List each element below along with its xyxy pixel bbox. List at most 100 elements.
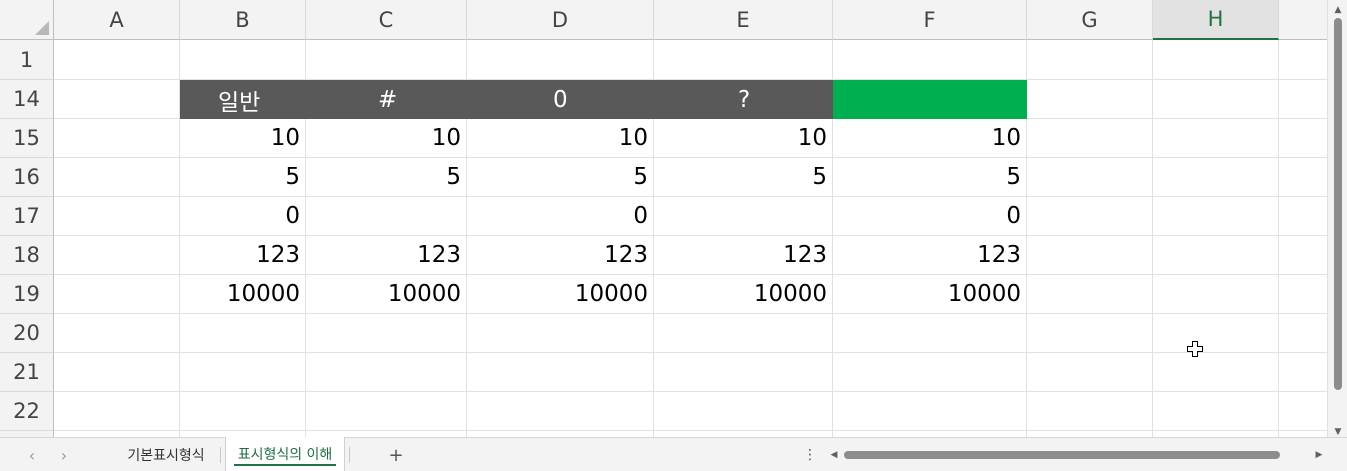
column-header-d[interactable]: D — [467, 0, 654, 40]
vertical-scroll-thumb[interactable] — [1334, 18, 1342, 390]
cell-g1[interactable] — [1027, 40, 1153, 80]
cell-f16[interactable]: 5 — [833, 158, 1027, 197]
cell-c16[interactable]: 5 — [306, 158, 467, 197]
column-header-c[interactable]: C — [306, 0, 467, 40]
cell-h18[interactable] — [1153, 236, 1279, 275]
cell-b20[interactable] — [180, 314, 306, 353]
cell-f18[interactable]: 123 — [833, 236, 1027, 275]
add-sheet-button[interactable]: + — [384, 438, 408, 471]
cell-g21[interactable] — [1027, 353, 1153, 392]
cell-a19[interactable] — [54, 275, 180, 314]
cell-b22[interactable] — [180, 392, 306, 431]
cell-b15[interactable]: 10 — [180, 119, 306, 158]
cell-g20[interactable] — [1027, 314, 1153, 353]
cell-e22[interactable] — [654, 392, 833, 431]
cell-e20[interactable] — [654, 314, 833, 353]
cell-g22[interactable] — [1027, 392, 1153, 431]
row-header-21[interactable]: 21 — [0, 353, 54, 392]
cell-h14[interactable] — [1153, 80, 1279, 119]
cell-d19[interactable]: 10000 — [467, 275, 654, 314]
cell-h17[interactable] — [1153, 197, 1279, 236]
cell-c18[interactable]: 123 — [306, 236, 467, 275]
select-all-corner[interactable] — [0, 0, 54, 40]
cell-g19[interactable] — [1027, 275, 1153, 314]
cell-a14[interactable] — [54, 80, 180, 119]
row-header-19[interactable]: 19 — [0, 275, 54, 314]
cell-h1[interactable] — [1153, 40, 1279, 80]
cell-e17[interactable] — [654, 197, 833, 236]
sheet-tab-understanding-format[interactable]: 표시형식의 이해 — [225, 437, 345, 471]
cell-i14[interactable] — [1279, 80, 1327, 119]
cell-b21[interactable] — [180, 353, 306, 392]
cell-c22[interactable] — [306, 392, 467, 431]
cell-g18[interactable] — [1027, 236, 1153, 275]
cell-d18[interactable]: 123 — [467, 236, 654, 275]
cell-a20[interactable] — [54, 314, 180, 353]
cell-d21[interactable] — [467, 353, 654, 392]
cell-h20[interactable] — [1153, 314, 1279, 353]
more-options-icon[interactable]: ⋮ — [802, 438, 818, 471]
row-header-16[interactable]: 16 — [0, 158, 54, 197]
cell-f1[interactable] — [833, 40, 1027, 80]
cell-f21[interactable] — [833, 353, 1027, 392]
column-header-e[interactable]: E — [654, 0, 833, 40]
cell-g17[interactable] — [1027, 197, 1153, 236]
cell-g15[interactable] — [1027, 119, 1153, 158]
table-header-cell[interactable]: 0 — [467, 80, 654, 119]
table-header-cell[interactable]: ? — [654, 80, 833, 119]
cell-b18[interactable]: 123 — [180, 236, 306, 275]
cell-d22[interactable] — [467, 392, 654, 431]
cell-e16[interactable]: 5 — [654, 158, 833, 197]
cell-i16[interactable] — [1279, 158, 1327, 197]
cell-a16[interactable] — [54, 158, 180, 197]
cell-h21[interactable] — [1153, 353, 1279, 392]
cell-i21[interactable] — [1279, 353, 1327, 392]
cell-a18[interactable] — [54, 236, 180, 275]
cell-b1[interactable] — [180, 40, 306, 80]
row-header-14[interactable]: 14 — [0, 80, 54, 119]
cell-c19[interactable]: 10000 — [306, 275, 467, 314]
cell-i15[interactable] — [1279, 119, 1327, 158]
column-header-a[interactable]: A — [54, 0, 180, 40]
cell-c20[interactable] — [306, 314, 467, 353]
next-sheet-icon[interactable]: › — [52, 438, 76, 471]
cell-d1[interactable] — [467, 40, 654, 80]
previous-sheet-icon[interactable]: ‹ — [20, 438, 44, 471]
cell-i17[interactable] — [1279, 197, 1327, 236]
cell-f22[interactable] — [833, 392, 1027, 431]
cell-i1[interactable] — [1279, 40, 1327, 80]
cell-h16[interactable] — [1153, 158, 1279, 197]
cell-f20[interactable] — [833, 314, 1027, 353]
cell-g16[interactable] — [1027, 158, 1153, 197]
column-header-f[interactable]: F — [833, 0, 1027, 40]
cell-f17[interactable]: 0 — [833, 197, 1027, 236]
cell-f14[interactable] — [833, 80, 1027, 119]
cell-g14[interactable] — [1027, 80, 1153, 119]
vertical-scrollbar[interactable]: ▲ ▼ — [1327, 0, 1347, 440]
row-header-20[interactable]: 20 — [0, 314, 54, 353]
cell-c1[interactable] — [306, 40, 467, 80]
cell-e15[interactable]: 10 — [654, 119, 833, 158]
cell-i22[interactable] — [1279, 392, 1327, 431]
column-header-b[interactable]: B — [180, 0, 306, 40]
cell-f19[interactable]: 10000 — [833, 275, 1027, 314]
cell-d17[interactable]: 0 — [467, 197, 654, 236]
row-header-1[interactable]: 1 — [0, 40, 54, 80]
cell-d16[interactable]: 5 — [467, 158, 654, 197]
scroll-up-icon[interactable]: ▲ — [1328, 2, 1347, 18]
scroll-left-icon[interactable]: ◀ — [826, 438, 842, 471]
column-header-g[interactable]: G — [1027, 0, 1153, 40]
cell-a21[interactable] — [54, 353, 180, 392]
cell-b16[interactable]: 5 — [180, 158, 306, 197]
row-header-17[interactable]: 17 — [0, 197, 54, 236]
scroll-right-icon[interactable]: ▶ — [1311, 438, 1327, 471]
cell-h15[interactable] — [1153, 119, 1279, 158]
cell-a22[interactable] — [54, 392, 180, 431]
row-header-18[interactable]: 18 — [0, 236, 54, 275]
row-header-15[interactable]: 15 — [0, 119, 54, 158]
column-header-h[interactable]: H — [1153, 0, 1279, 40]
table-header-cell[interactable]: # — [306, 80, 467, 119]
sheet-tab-basic-format[interactable]: 기본표시형식 — [112, 438, 220, 471]
cell-i20[interactable] — [1279, 314, 1327, 353]
cell-c17[interactable] — [306, 197, 467, 236]
